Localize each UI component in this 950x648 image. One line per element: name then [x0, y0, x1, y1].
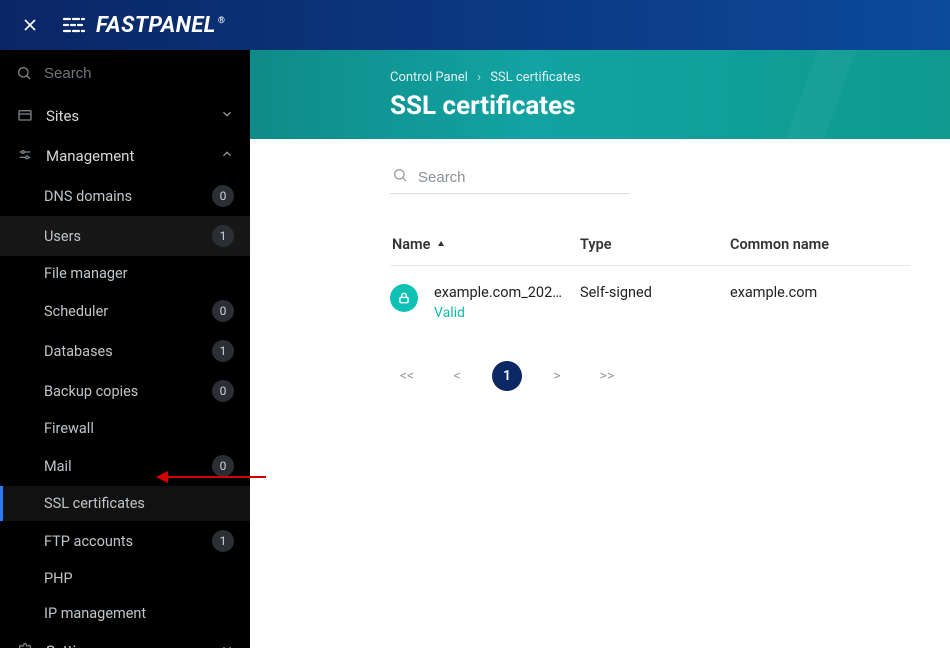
sidebar-item-ip-management[interactable]: IP management [0, 596, 250, 631]
brand-name: FASTPANEL® [96, 13, 225, 38]
pagination: << < 1 > >> [390, 361, 950, 391]
sidebar-item-ftp-accounts[interactable]: FTP accounts 1 [0, 521, 250, 561]
sidebar-item-dns-domains[interactable]: DNS domains 0 [0, 176, 250, 216]
sidebar-search[interactable] [0, 50, 250, 96]
sidebar-item-label: Databases [44, 343, 212, 360]
sidebar-item-label: Scheduler [44, 303, 212, 320]
count-badge: 1 [212, 530, 234, 552]
sidebar-item-sites[interactable]: Sites [0, 96, 250, 136]
breadcrumb-current: SSL certificates [490, 70, 580, 85]
close-button[interactable] [14, 9, 46, 41]
cert-status: Valid [434, 305, 564, 321]
sidebar-item-label: Mail [44, 458, 212, 475]
count-badge: 0 [212, 185, 234, 207]
sidebar-item-label: Firewall [44, 420, 234, 437]
pager-first[interactable]: << [392, 361, 422, 391]
count-badge: 1 [212, 340, 234, 362]
sidebar: Sites Management DNS domains 0 Users 1 F… [0, 50, 250, 648]
sites-icon [16, 107, 34, 125]
main-content: Control Panel › SSL certificates SSL cer… [250, 50, 950, 648]
column-header-label: Common name [730, 236, 829, 253]
count-badge: 0 [212, 300, 234, 322]
sidebar-item-settings[interactable]: Settings [0, 631, 250, 648]
chevron-right-icon: › [477, 70, 481, 85]
chevron-up-icon [220, 147, 234, 165]
sidebar-item-scheduler[interactable]: Scheduler 0 [0, 291, 250, 331]
search-icon [392, 167, 408, 187]
column-header-common-name[interactable]: Common name [730, 236, 910, 253]
sort-asc-icon [436, 236, 446, 253]
sidebar-item-backup-copies[interactable]: Backup copies 0 [0, 371, 250, 411]
lock-icon [390, 284, 418, 312]
sidebar-item-label: FTP accounts [44, 533, 212, 550]
logo-icon [62, 15, 88, 35]
sidebar-item-label: DNS domains [44, 188, 212, 205]
sidebar-item-management[interactable]: Management [0, 136, 250, 176]
sidebar-item-mail[interactable]: Mail 0 [0, 446, 250, 486]
cert-common-name: example.com [730, 284, 910, 301]
sidebar-item-label: File manager [44, 265, 234, 282]
table-header: Name Type Common name [390, 236, 910, 266]
count-badge: 0 [212, 455, 234, 477]
sidebar-item-label: Settings [46, 642, 208, 648]
ssl-search-input[interactable] [418, 169, 628, 186]
brand-logo[interactable]: FASTPANEL® [62, 13, 225, 38]
sidebar-item-label: Management [46, 147, 208, 165]
page-header: Control Panel › SSL certificates SSL cer… [250, 50, 950, 139]
sidebar-item-label: SSL certificates [44, 495, 234, 512]
sidebar-item-label: Backup copies [44, 383, 212, 400]
pager-page-1[interactable]: 1 [492, 361, 522, 391]
search-icon [16, 64, 32, 82]
pager-prev[interactable]: < [442, 361, 472, 391]
column-header-label: Type [580, 236, 612, 253]
sidebar-item-file-manager[interactable]: File manager [0, 256, 250, 291]
sidebar-item-label: PHP [44, 570, 234, 587]
close-icon [20, 15, 40, 35]
breadcrumb-root[interactable]: Control Panel [390, 70, 468, 85]
count-badge: 1 [212, 225, 234, 247]
sliders-icon [16, 147, 34, 165]
sidebar-item-label: IP management [44, 605, 234, 622]
pager-last[interactable]: >> [592, 361, 622, 391]
count-badge: 0 [212, 380, 234, 402]
gear-icon [16, 642, 34, 648]
table-row[interactable]: example.com_2023-… Valid Self-signed exa… [390, 266, 910, 321]
chevron-down-icon [220, 107, 234, 125]
pager-next[interactable]: > [542, 361, 572, 391]
sidebar-item-firewall[interactable]: Firewall [0, 411, 250, 446]
sidebar-item-label: Users [44, 228, 212, 245]
chevron-down-icon [220, 642, 234, 648]
sidebar-item-ssl-certificates[interactable]: SSL certificates [0, 486, 250, 521]
breadcrumb: Control Panel › SSL certificates [390, 70, 950, 85]
cert-name: example.com_2023-… [434, 284, 564, 301]
page-title: SSL certificates [390, 91, 950, 121]
sidebar-item-label: Sites [46, 107, 208, 125]
topbar: FASTPANEL® [0, 0, 950, 50]
column-header-name[interactable]: Name [390, 236, 580, 253]
column-header-type[interactable]: Type [580, 236, 730, 253]
sidebar-item-users[interactable]: Users 1 [0, 216, 250, 256]
sidebar-item-databases[interactable]: Databases 1 [0, 331, 250, 371]
column-header-label: Name [392, 236, 430, 253]
ssl-search[interactable] [390, 163, 630, 194]
sidebar-item-php[interactable]: PHP [0, 561, 250, 596]
cert-type: Self-signed [580, 284, 730, 301]
sidebar-search-input[interactable] [44, 65, 243, 82]
ssl-table: Name Type Common name example. [390, 236, 910, 321]
